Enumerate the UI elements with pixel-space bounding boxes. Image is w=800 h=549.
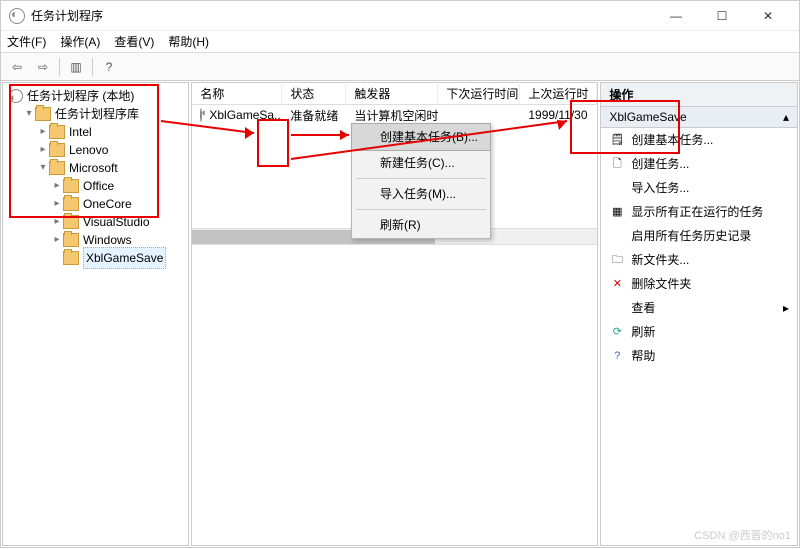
detail-pane — [192, 245, 597, 545]
expander-icon[interactable]: ▸ — [51, 230, 63, 250]
context-import-task[interactable]: 导入任务(M)... — [352, 181, 490, 207]
tree-item[interactable]: OneCore — [83, 194, 132, 214]
minimize-button[interactable]: — — [653, 1, 699, 31]
help-icon: ? — [609, 348, 625, 364]
refresh-icon: ⟳ — [609, 324, 625, 340]
col-status[interactable]: 状态 — [282, 82, 346, 105]
scheduler-icon — [9, 89, 23, 103]
menu-view[interactable]: 查看(V) — [114, 33, 154, 50]
folder-new-icon: 🗀 — [609, 252, 625, 268]
back-button[interactable]: ⇦ — [5, 56, 29, 78]
col-trigger[interactable]: 触发器 — [346, 82, 438, 105]
action-view[interactable]: 查看▸ — [601, 296, 797, 320]
separator — [59, 58, 60, 76]
running-icon: ▦ — [609, 204, 625, 220]
expander-icon[interactable]: ▸ — [51, 176, 63, 196]
folder-icon — [35, 107, 51, 121]
action-refresh[interactable]: ⟳刷新 — [601, 320, 797, 344]
delete-icon: ✕ — [609, 276, 625, 292]
folder-icon — [49, 161, 65, 175]
tree-item[interactable]: Office — [83, 176, 114, 196]
forward-button[interactable]: ⇨ — [31, 56, 55, 78]
import-icon — [609, 180, 625, 196]
expander-icon[interactable]: ▾ — [37, 158, 49, 178]
cell-status: 准备就绪 — [282, 105, 346, 127]
action-create-basic-task[interactable]: 🗒创建基本任务... — [601, 128, 797, 152]
help-button[interactable]: ? — [97, 56, 121, 78]
col-next[interactable]: 下次运行时间 — [438, 82, 520, 105]
column-header-row: 名称 状态 触发器 下次运行时间 上次运行时 — [192, 83, 597, 105]
context-menu: 创建基本任务(B)... 新建任务(C)... 导入任务(M)... 刷新(R) — [351, 123, 491, 239]
menu-file[interactable]: 文件(F) — [7, 33, 46, 50]
folder-icon — [63, 179, 79, 193]
folder-icon — [49, 143, 65, 157]
action-import-task[interactable]: 导入任务... — [601, 176, 797, 200]
tree-item[interactable]: VisualStudio — [83, 212, 150, 232]
cell-next — [438, 112, 520, 118]
action-create-task[interactable]: 🗋创建任务... — [601, 152, 797, 176]
folder-icon — [49, 125, 65, 139]
view-icon — [609, 300, 625, 316]
window-title: 任务计划程序 — [31, 7, 653, 24]
context-refresh[interactable]: 刷新(R) — [352, 212, 490, 238]
action-new-folder[interactable]: 🗀新文件夹... — [601, 248, 797, 272]
expander-icon[interactable]: ▸ — [51, 212, 63, 232]
cell-last: 1999/11/30 — [520, 105, 597, 125]
tree-item[interactable]: Microsoft — [69, 158, 118, 178]
action-show-running[interactable]: ▦显示所有正在运行的任务 — [601, 200, 797, 224]
watermark: CSDN @西晋的no1 — [694, 527, 791, 543]
maximize-button[interactable]: ☐ — [699, 1, 745, 31]
context-new-task[interactable]: 新建任务(C)... — [352, 150, 490, 176]
folder-icon — [63, 197, 79, 211]
history-icon — [609, 228, 625, 244]
separator — [92, 58, 93, 76]
tree-item[interactable]: Intel — [69, 122, 92, 142]
actions-context-name: XblGameSave▴ — [601, 107, 797, 128]
folder-icon — [63, 251, 79, 265]
context-create-basic[interactable]: 创建基本任务(B)... — [351, 123, 491, 151]
col-last[interactable]: 上次运行时 — [520, 82, 597, 105]
action-delete-folder[interactable]: ✕删除文件夹 — [601, 272, 797, 296]
chevron-right-icon: ▸ — [783, 300, 789, 316]
tree-view[interactable]: 任务计划程序 (本地) ▾ 任务计划程序库 ▸ Intel ▸ Lenovo ▾ Mic… — [3, 83, 188, 271]
action-help[interactable]: ?帮助 — [601, 344, 797, 368]
tree-library[interactable]: 任务计划程序库 — [55, 104, 139, 124]
task-icon: 🗋 — [609, 156, 625, 172]
task-icon — [200, 108, 202, 122]
expander-icon[interactable]: ▾ — [23, 104, 35, 124]
app-icon — [9, 8, 25, 24]
collapse-icon[interactable]: ▴ — [783, 110, 789, 124]
folder-icon — [63, 233, 79, 247]
tree-root[interactable]: 任务计划程序 (本地) — [27, 86, 134, 106]
col-name[interactable]: 名称 — [192, 82, 282, 105]
cell-name: XblGameSa... — [209, 108, 282, 122]
tree-item[interactable]: Lenovo — [69, 140, 108, 160]
menu-action[interactable]: 操作(A) — [60, 33, 100, 50]
expander-icon[interactable]: ▸ — [51, 194, 63, 214]
show-hide-button[interactable]: ▥ — [64, 56, 88, 78]
menu-help[interactable]: 帮助(H) — [168, 33, 209, 50]
expander-icon[interactable]: ▸ — [37, 122, 49, 142]
expander-icon[interactable]: ▸ — [37, 140, 49, 160]
separator — [356, 178, 486, 179]
wizard-icon: 🗒 — [609, 132, 625, 148]
folder-icon — [63, 215, 79, 229]
action-enable-history[interactable]: 启用所有任务历史记录 — [601, 224, 797, 248]
tree-item-selected[interactable]: XblGameSave — [83, 247, 166, 269]
separator — [356, 209, 486, 210]
close-button[interactable]: ✕ — [745, 1, 791, 31]
table-row[interactable]: XblGameSa... 准备就绪 当计算机空闲时 1999/11/30 — [192, 105, 597, 125]
actions-header: 操作 — [601, 83, 797, 107]
